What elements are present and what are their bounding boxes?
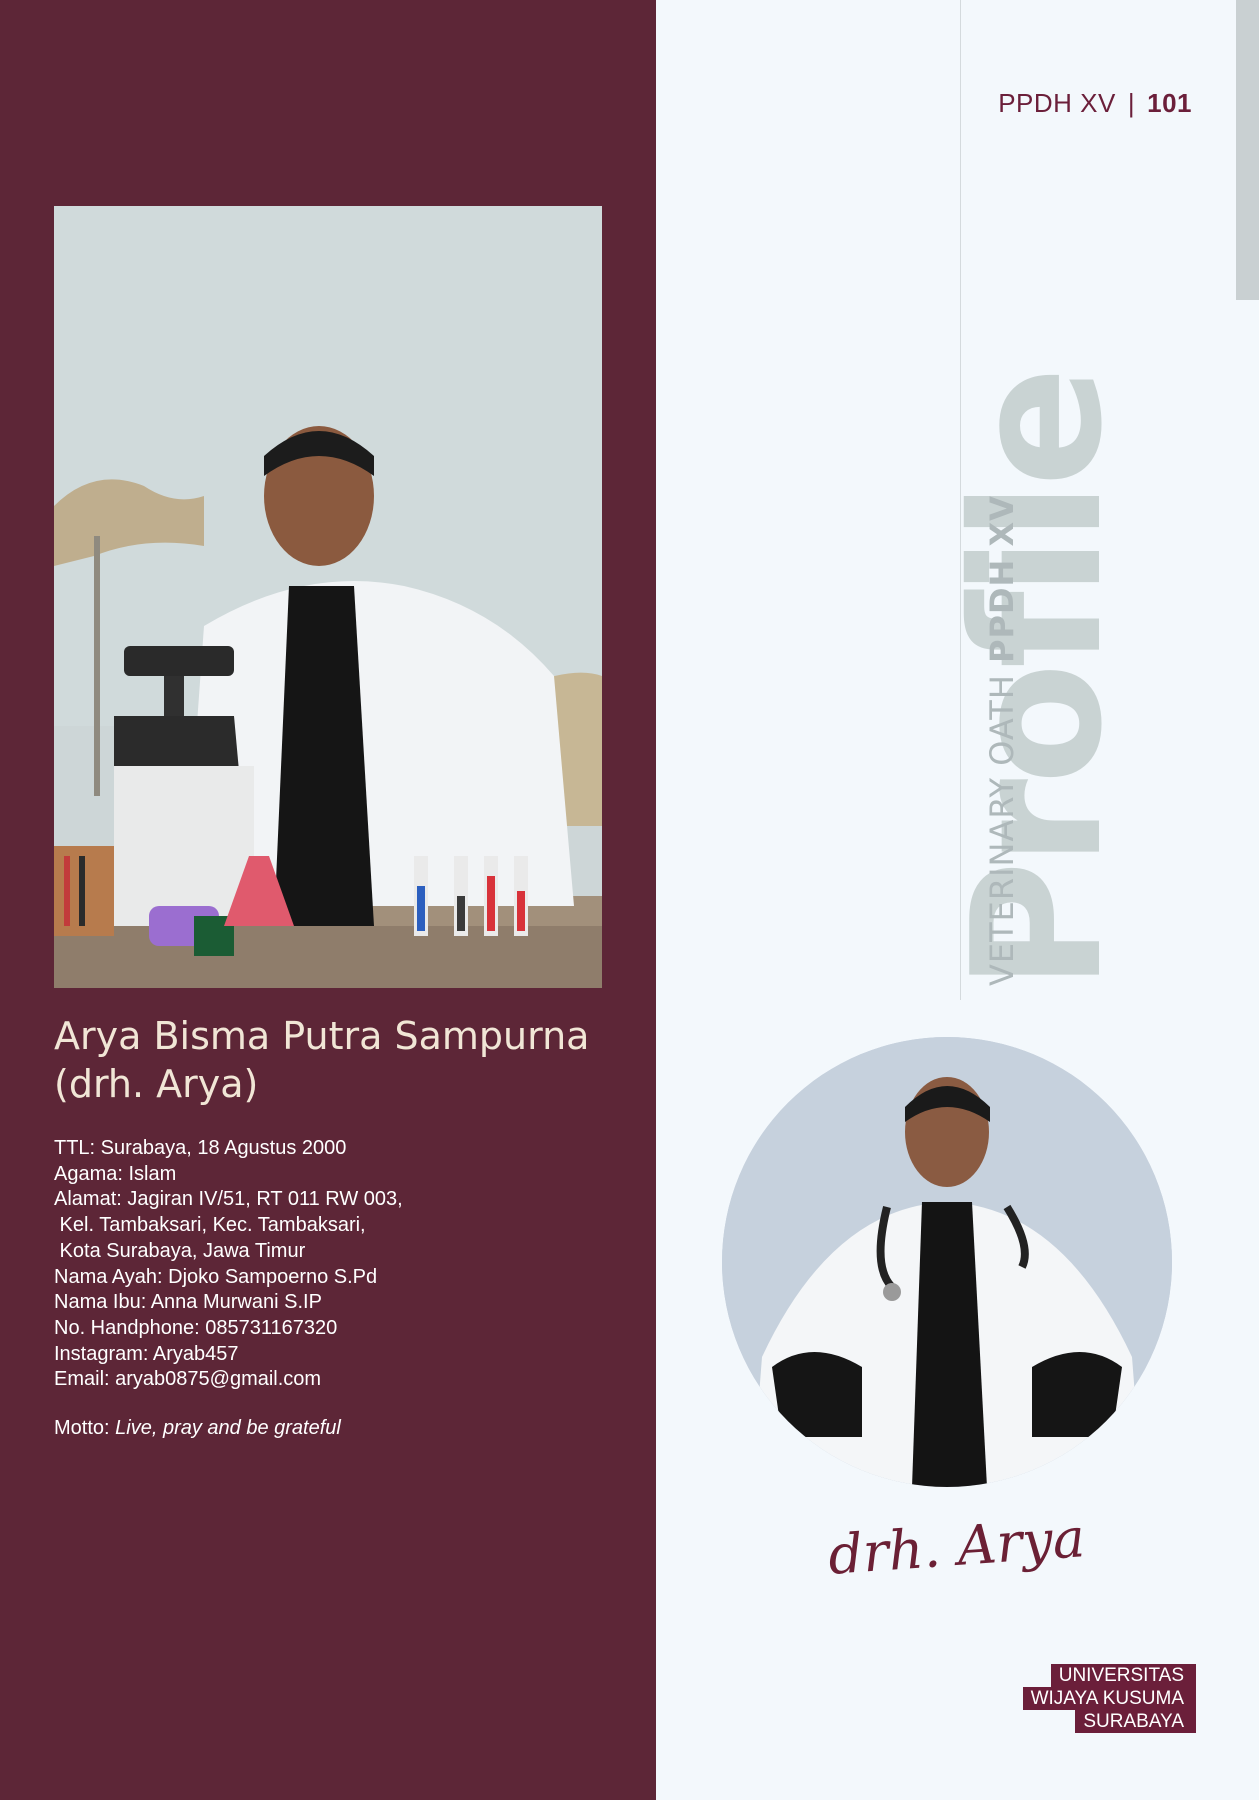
page-header: PPDH XV | 101	[998, 88, 1192, 119]
side-tab	[1236, 0, 1259, 300]
signature: drh. Arya	[826, 1506, 1087, 1587]
detail-line: Agama: Islam	[54, 1162, 177, 1185]
caption-light: VETERINARY OATH	[983, 662, 1021, 986]
page-number: 101	[1147, 88, 1192, 118]
logo-line-1: UNIVERSITAS	[1050, 1664, 1196, 1687]
detail-line: Nama Ibu: Anna Murwani S.IP	[54, 1291, 322, 1314]
portrait-photo	[722, 1037, 1172, 1487]
detail-line: Kota Surabaya, Jawa Timur	[54, 1239, 306, 1262]
veterinary-oath-caption: VETERINARY OATH PPDH XV	[983, 495, 1021, 986]
person-name: Arya Bisma Putra Sampurna (drh. Arya)	[54, 1012, 614, 1108]
university-logo: UNIVERSITAS WIJAYA KUSUMA SURABAYA	[1003, 1664, 1196, 1733]
person-name-line1: Arya Bisma Putra Sampurna	[54, 1014, 590, 1058]
detail-line: Email: aryab0875@gmail.com	[54, 1368, 322, 1391]
detail-line: Instagram: Aryab457	[54, 1342, 239, 1365]
motto: Motto: Live, pray and be grateful	[54, 1417, 341, 1440]
detail-line: Kel. Tambaksari, Kec. Tambaksari,	[54, 1214, 366, 1237]
detail-line: No. Handphone: 085731167320	[54, 1316, 338, 1339]
person-name-line2: (drh. Arya)	[54, 1062, 259, 1106]
detail-line: TTL: Surabaya, 18 Agustus 2000	[54, 1137, 347, 1159]
series-label: PPDH XV	[998, 88, 1116, 118]
person-details: TTL: Surabaya, 18 Agustus 2000 Agama: Is…	[54, 1136, 594, 1393]
header-separator: |	[1127, 88, 1136, 118]
logo-line-2: WIJAYA KUSUMA	[1022, 1687, 1196, 1710]
motto-label: Motto:	[54, 1417, 116, 1439]
detail-line: Alamat: Jagiran IV/51, RT 011 RW 003,	[54, 1188, 403, 1211]
lab-photo	[54, 206, 602, 988]
caption-bold: PPDH XV	[983, 495, 1021, 663]
motto-text: Live, pray and be grateful	[115, 1417, 341, 1439]
detail-line: Nama Ayah: Djoko Sampoerno S.Pd	[54, 1265, 378, 1288]
logo-line-3: SURABAYA	[1075, 1710, 1196, 1733]
